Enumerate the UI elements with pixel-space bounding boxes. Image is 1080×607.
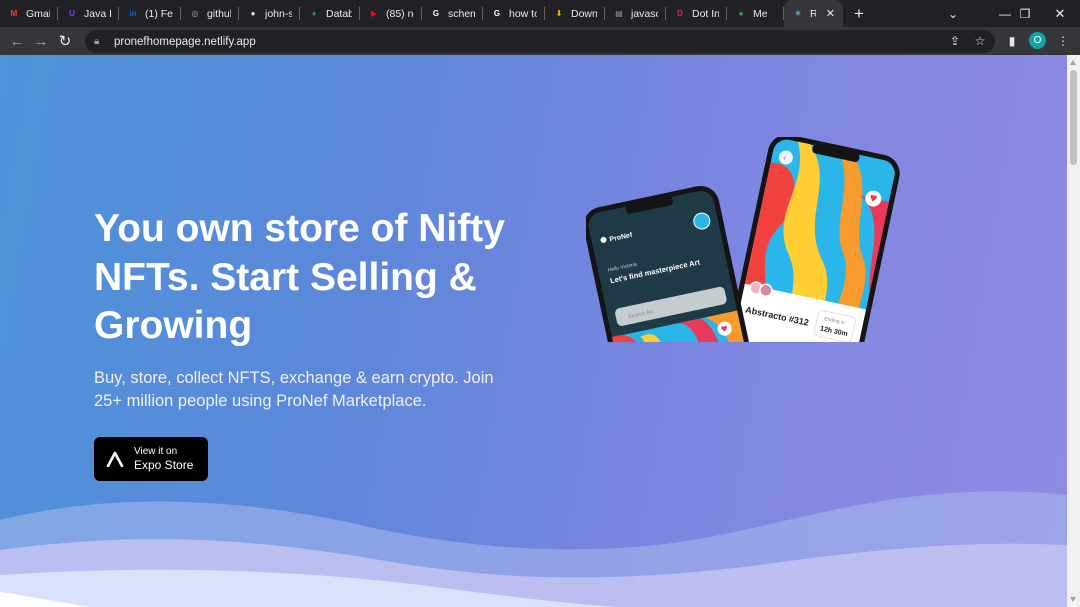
tab-label: github (207, 7, 231, 20)
tab-11[interactable]: D Dot Inc (666, 0, 727, 27)
tab-label: Java Pr (84, 7, 111, 20)
bookmark-star-icon[interactable]: ☆ (969, 30, 991, 52)
tab-8[interactable]: Ghow to (483, 0, 545, 27)
download-icon: ⬇ (555, 9, 563, 18)
tab-7[interactable]: Gscheme (422, 0, 483, 27)
restore-button[interactable]: ❐ (1005, 0, 1045, 27)
scrollbar-thumb[interactable] (1070, 70, 1077, 165)
address-bar[interactable]: 🔒︎ pronefhomepage.netlify.app (85, 30, 995, 53)
tab-label: how to (509, 7, 537, 20)
tab-12[interactable]: ● Me (727, 0, 784, 27)
tab-13[interactable]: ✳ Rea ✕ (784, 0, 843, 27)
google-icon: G (493, 9, 501, 18)
close-window-button[interactable]: ✕ (1040, 0, 1080, 27)
tab-search-icon[interactable]: ⌄ (933, 0, 973, 27)
url-text: pronefhomepage.netlify.app (114, 35, 256, 48)
react-icon: ✳ (794, 9, 802, 18)
tab-10[interactable]: ▤ javascr (605, 0, 666, 27)
document-icon: ▤ (615, 9, 623, 18)
phone-mockups: ‹ ♥ Abstracto #312 Ending in 12h 30m Pro… (586, 137, 916, 342)
browser-toolbar: ← → ↻ 🔒︎ pronefhomepage.netlify.app ⇪ ☆ … (0, 27, 1080, 55)
side-panel-icon[interactable]: ▮ (1001, 30, 1023, 52)
tab-label: (1) Fee (145, 7, 173, 20)
mongodb-icon: ♦ (311, 9, 317, 18)
tab-strip: M Gmail U Java Pr in (1) Fee ◎ github ● john-se ♦ D… (0, 0, 1080, 27)
profile-avatar[interactable]: O (1029, 32, 1046, 49)
tab-label: (85) no (386, 7, 414, 20)
tab-6[interactable]: ▶ (85) no (360, 0, 422, 27)
tab-label: Dot Inc (692, 7, 719, 20)
scroll-up-icon[interactable] (1070, 60, 1076, 65)
google-icon: G (432, 9, 440, 18)
tab-label: john-se (265, 7, 292, 20)
close-tab-icon[interactable]: ✕ (826, 7, 835, 20)
tab-label: javascr (631, 7, 658, 20)
new-tab-button[interactable]: + (848, 3, 870, 25)
tab-label: Gmail (26, 7, 50, 20)
back-button[interactable]: ← (5, 29, 29, 53)
phones-illustration: ‹ ♥ Abstracto #312 Ending in 12h 30m Pro… (586, 137, 900, 342)
linkedin-icon: in (129, 9, 137, 18)
tab-2[interactable]: in (1) Fee (119, 0, 181, 27)
hero-subtitle: Buy, store, collect NFTS, exchange & ear… (94, 369, 494, 410)
wave-decoration (0, 491, 1067, 607)
tab-label: Downl (571, 7, 597, 20)
tab-label: Rea (810, 7, 816, 20)
dot-icon: D (677, 9, 683, 18)
store-line-1: View it on (134, 445, 178, 457)
gmail-icon: M (10, 9, 18, 18)
tab-0[interactable]: M Gmail (0, 0, 58, 27)
tab-9[interactable]: ⬇ Downl (545, 0, 605, 27)
meet-icon: ● (738, 9, 744, 18)
lock-icon: 🔒︎ (94, 36, 100, 47)
expo-store-button[interactable]: View it on Expo Store (94, 437, 208, 481)
java-icon: U (69, 9, 75, 18)
reload-button[interactable]: ↻ (53, 29, 77, 53)
tab-label: scheme (448, 7, 475, 20)
tab-5[interactable]: ♦ Databa (300, 0, 360, 27)
hero-headline: You own store of Nifty NFTs. Start Selli… (94, 207, 505, 347)
forward-button[interactable]: → (29, 29, 53, 53)
expo-logo-icon (106, 451, 124, 467)
globe-icon: ◎ (191, 9, 199, 18)
tab-1[interactable]: U Java Pr (58, 0, 119, 27)
page-viewport: You own store of Nifty NFTs. Start Selli… (0, 55, 1067, 607)
tab-label: Me (753, 7, 768, 20)
scroll-down-icon[interactable] (1070, 597, 1076, 602)
page-scrollbar[interactable] (1067, 55, 1080, 607)
phone-right: ‹ ♥ Abstracto #312 Ending in 12h 30m (727, 137, 900, 342)
tab-label: Databa (326, 7, 352, 20)
tab-4[interactable]: ● john-se (239, 0, 300, 27)
share-icon[interactable]: ⇪ (944, 30, 966, 52)
tab-3[interactable]: ◎ github (181, 0, 239, 27)
github-icon: ● (250, 9, 256, 18)
store-line-2: Expo Store (134, 457, 194, 472)
menu-kebab-icon[interactable]: ⋮ (1052, 30, 1074, 52)
youtube-icon: ▶ (370, 9, 378, 18)
phone-left: ProNef Hello Victoria Let's find masterp… (586, 185, 754, 342)
